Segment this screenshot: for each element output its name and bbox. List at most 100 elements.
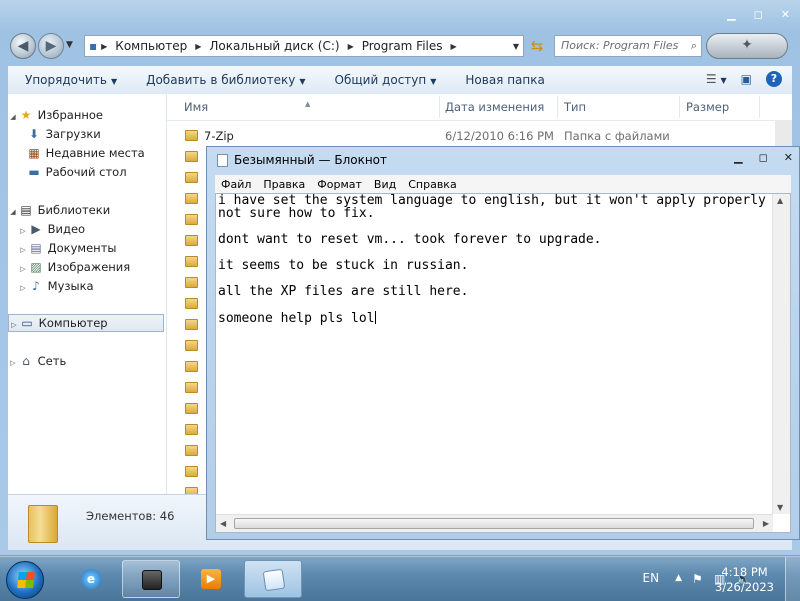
menu-file[interactable]: Файл xyxy=(215,178,257,191)
column-divider[interactable] xyxy=(439,96,440,118)
expand-icon[interactable]: ▷ xyxy=(18,222,28,240)
column-divider[interactable] xyxy=(679,96,680,118)
menu-view[interactable]: Вид xyxy=(368,178,402,191)
scroll-right-icon[interactable]: ▶ xyxy=(763,519,769,528)
notepad-text-area[interactable]: i have set the system language to englis… xyxy=(215,193,791,533)
file-row[interactable]: 7-Zip 6/12/2010 6:16 PM Папка с файлами xyxy=(167,126,777,146)
scroll-left-icon[interactable]: ◀ xyxy=(220,519,226,528)
column-size[interactable]: Размер xyxy=(686,100,729,114)
collapse-icon[interactable]: ◢ xyxy=(8,108,18,126)
file-name: 7-Zip xyxy=(204,129,234,143)
explorer-window-controls: ▁ ◻ ✕ xyxy=(727,8,790,21)
nav-music[interactable]: ▷ ♪ Музыка xyxy=(18,277,94,297)
taskbar-notepad[interactable] xyxy=(244,560,302,598)
file-date: 6/12/2010 6:16 PM xyxy=(445,129,554,143)
taskbar-explorer[interactable] xyxy=(122,560,180,598)
notepad-menu-bar: Файл Правка Формат Вид Справка xyxy=(215,175,791,193)
horizontal-scroll-thumb[interactable] xyxy=(234,518,754,529)
address-bar[interactable]: ▪ ▶ Компьютер ▶ Локальный диск (C:) ▶ Pr… xyxy=(84,35,524,57)
view-controls: ☰ ▼ ▣ ? xyxy=(706,71,782,87)
breadcrumb-program-files[interactable]: Program Files xyxy=(356,39,449,53)
expand-icon[interactable]: ▷ xyxy=(18,279,28,297)
start-button[interactable] xyxy=(6,561,44,599)
notepad-vertical-scrollbar[interactable]: ▲ ▼ xyxy=(772,194,790,514)
nav-favorites[interactable]: ◢ ★ Избранное xyxy=(8,106,103,124)
minimize-button[interactable]: ▁ xyxy=(734,151,742,164)
breadcrumb-computer[interactable]: Компьютер xyxy=(109,39,193,53)
notepad-horizontal-scrollbar[interactable]: ◀ ▶ xyxy=(216,514,773,532)
close-button[interactable]: ✕ xyxy=(781,8,790,21)
notepad-content[interactable]: i have set the system language to englis… xyxy=(218,194,778,514)
nav-images-label: Изображения xyxy=(47,260,131,274)
menu-format[interactable]: Формат xyxy=(311,178,368,191)
nav-video-label: Видео xyxy=(47,222,86,236)
view-options-icon[interactable]: ☰ ▼ xyxy=(706,72,727,86)
maximize-button[interactable]: ◻ xyxy=(759,151,768,164)
expand-icon[interactable]: ▷ xyxy=(8,354,18,372)
new-folder-button[interactable]: Новая папка xyxy=(448,73,556,87)
language-indicator[interactable]: EN xyxy=(643,571,660,585)
nav-recent[interactable]: ▦ Недавние места xyxy=(26,144,144,162)
organize-button[interactable]: Упорядочить ▼ xyxy=(8,73,129,87)
scroll-up-icon[interactable]: ▲ xyxy=(777,196,783,205)
share-button[interactable]: Общий доступ ▼ xyxy=(318,73,449,87)
action-center-flag-icon[interactable]: ⚑ xyxy=(692,572,704,586)
show-desktop-button[interactable] xyxy=(785,557,800,601)
close-button[interactable]: ✕ xyxy=(784,151,793,164)
forward-button[interactable]: ▶ xyxy=(38,33,64,59)
text-line: dont want to reset vm... took forever to… xyxy=(218,232,602,247)
minimize-button[interactable]: ▁ xyxy=(727,8,735,21)
breadcrumb-separator-icon[interactable]: ▶ xyxy=(346,42,356,51)
maximize-button[interactable]: ◻ xyxy=(754,8,763,21)
expand-icon[interactable]: ▷ xyxy=(18,241,28,259)
help-icon[interactable]: ? xyxy=(766,71,782,87)
taskbar-internet-explorer[interactable]: e xyxy=(62,560,120,598)
nav-downloads[interactable]: ⬇ Загрузки xyxy=(26,125,101,143)
show-hidden-icons-icon[interactable]: ▲ xyxy=(675,573,682,583)
history-dropdown-icon[interactable]: ▼ xyxy=(66,40,73,50)
add-to-library-button[interactable]: Добавить в библиотеку ▼ xyxy=(129,73,317,87)
breadcrumb-separator-icon[interactable]: ▶ xyxy=(449,42,459,51)
libraries-icon: ▤ xyxy=(20,203,32,217)
scroll-down-icon[interactable]: ▼ xyxy=(777,503,783,512)
expand-icon[interactable]: ▷ xyxy=(9,317,19,333)
clock[interactable]: 4:18 PM 3/26/2023 xyxy=(715,565,774,595)
taskbar-media-player[interactable]: ▶ xyxy=(182,560,240,598)
expand-icon[interactable]: ▷ xyxy=(18,260,28,278)
media-player-icon: ▶ xyxy=(201,569,221,589)
breadcrumb-separator-icon[interactable]: ▶ xyxy=(99,42,109,51)
search-input[interactable]: Поиск: Program Files ⌕ xyxy=(554,35,702,57)
nav-libraries[interactable]: ◢ ▤ Библиотеки xyxy=(8,201,110,219)
nav-favorites-label: Избранное xyxy=(37,108,103,122)
column-type[interactable]: Тип xyxy=(564,100,586,114)
nav-music-label: Музыка xyxy=(47,279,94,293)
nav-video[interactable]: ▷ ▶ Видео xyxy=(18,220,85,238)
computer-icon: ▭ xyxy=(21,316,33,330)
search-icon[interactable]: ⌕ xyxy=(691,36,697,56)
breadcrumb-local-disk[interactable]: Локальный диск (C:) xyxy=(203,39,345,53)
breadcrumb-separator-icon[interactable]: ▶ xyxy=(193,42,203,51)
column-divider[interactable] xyxy=(557,96,558,118)
column-date[interactable]: Дата изменения xyxy=(445,100,544,114)
address-dropdown-icon[interactable]: ▼ xyxy=(513,42,519,51)
preview-pane-icon[interactable]: ▣ xyxy=(741,72,752,86)
nav-computer[interactable]: ▷ ▭ Компьютер xyxy=(8,314,164,332)
refresh-icon[interactable]: ⇆ xyxy=(524,36,550,56)
navigation-pane: ◢ ★ Избранное ⬇ Загрузки ▦ Недавние места… xyxy=(8,94,167,494)
column-name[interactable]: Имя xyxy=(184,100,208,114)
collapse-icon[interactable]: ◢ xyxy=(8,203,18,221)
nav-documents[interactable]: ▷ ▤ Документы xyxy=(18,239,116,257)
nav-network[interactable]: ▷ ⌂ Сеть xyxy=(8,352,66,370)
notepad-title-bar[interactable]: Безымянный — Блокнот xyxy=(217,153,387,167)
menu-edit[interactable]: Правка xyxy=(257,178,311,191)
nav-images[interactable]: ▷ ▨ Изображения xyxy=(18,258,130,276)
nav-downloads-label: Загрузки xyxy=(45,127,101,141)
star-logo-button[interactable]: ✦ xyxy=(706,33,788,59)
folder-icon xyxy=(185,319,198,330)
folder-icon xyxy=(185,235,198,246)
back-button[interactable]: ◀ xyxy=(10,33,36,59)
folder-icon xyxy=(185,298,198,309)
column-divider[interactable] xyxy=(759,96,760,118)
nav-desktop[interactable]: ▬ Рабочий стол xyxy=(26,163,126,181)
menu-help[interactable]: Справка xyxy=(402,178,462,191)
